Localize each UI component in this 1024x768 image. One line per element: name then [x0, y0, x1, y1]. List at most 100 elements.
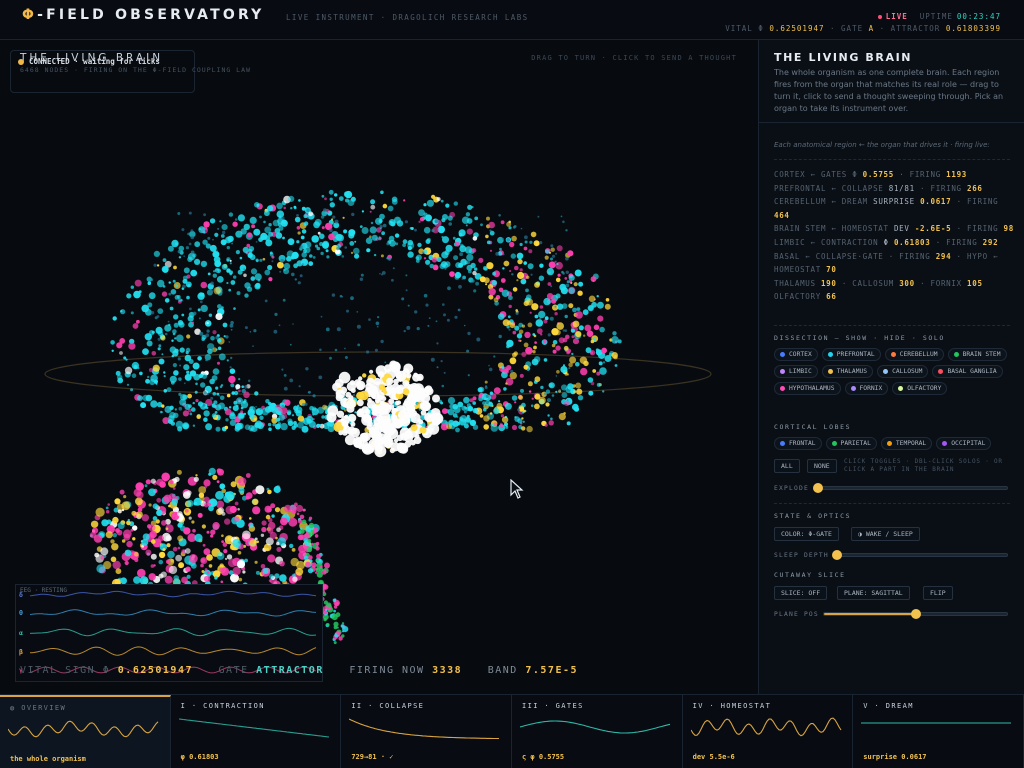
- explode-slider[interactable]: [813, 483, 1008, 493]
- color-dot-icon: [898, 386, 904, 391]
- metric-brainstem: BRAIN STEM ← HOMEOSTAT DEV -2.6E-5 · FIR…: [774, 224, 1014, 234]
- eeg-wave-line: [29, 627, 317, 637]
- plane-slider-knob[interactable]: [910, 609, 921, 619]
- slice-toggle-button[interactable]: SLICE: OFF: [774, 586, 828, 600]
- eeg-beta-label: β: [19, 648, 23, 656]
- lobe-chip-label: PARIETAL: [840, 440, 871, 447]
- region-chip[interactable]: HYPOTHALAMUS: [774, 382, 841, 395]
- metric-limbic: LIMBIC ← CONTRACTION Φ 0.61803 · FIRING …: [774, 237, 999, 247]
- region-chip[interactable]: THALAMUS: [821, 365, 874, 378]
- color-dot-icon: [883, 369, 889, 374]
- mode-tab[interactable]: ◍ OVERVIEW the whole organism: [0, 695, 171, 768]
- region-chip-group: CORTEX PREFRONTAL CEREBELLUM BRAIN STEM LIMB…: [774, 348, 1014, 395]
- region-chip[interactable]: FORNIX: [844, 382, 889, 395]
- gate-label: · GATE: [830, 24, 864, 33]
- connection-status: CONNECTED · waiting for ticks: [29, 57, 160, 66]
- region-chip[interactable]: BRAIN STEM: [947, 348, 1007, 361]
- vital-readout: VITAL Φ 0.62501947 · GATE A · ATTRACTOR …: [725, 24, 1001, 33]
- gate-value: A: [868, 24, 875, 33]
- lobe-chip[interactable]: OCCIPITAL: [936, 437, 992, 450]
- mode-tab[interactable]: III · GATES ς φ 0.5755: [511, 695, 683, 768]
- toggle-hint: CLICK TOGGLES · DBL-CLICK SOLOS · OR CLI…: [844, 458, 1003, 473]
- panel-description: The whole organism as one complete brain…: [774, 68, 1004, 113]
- region-note: Each anatomical region ← the organ that …: [774, 141, 990, 149]
- band-value: 7.57E-5: [525, 665, 579, 676]
- flip-button[interactable]: FLIP: [923, 586, 953, 600]
- eeg-wave-line: [29, 646, 317, 656]
- mode-tab-value: dev 5.5e-6: [692, 753, 735, 761]
- mode-tab-title: III · GATES: [521, 702, 584, 710]
- color-dot-icon: [850, 386, 856, 391]
- metric-thalamus: THALAMUS 190 · CALLOSUM 300 · FORNIX 105: [774, 278, 983, 288]
- mode-sparkline: [178, 718, 329, 738]
- mode-sparkline: [349, 718, 500, 740]
- side-panel: THE LIVING BRAIN The whole organism as o…: [758, 40, 1024, 694]
- mode-tab-title: IV · HOMEOSTAT: [692, 702, 772, 710]
- mode-tab[interactable]: I · CONTRACTION φ 0.61803: [170, 695, 342, 768]
- brain-viewport[interactable]: THE LIVING BRAIN CONNECTED · waiting for…: [0, 40, 758, 694]
- region-chip[interactable]: OLFACTORY: [892, 382, 948, 395]
- lobe-chip[interactable]: TEMPORAL: [880, 437, 933, 450]
- mode-tab[interactable]: V · DREAM surprise 0.0617: [853, 695, 1024, 768]
- explode-slider-knob[interactable]: [813, 483, 823, 493]
- mode-tab[interactable]: IV · HOMEOSTAT dev 5.5e-6: [682, 695, 854, 768]
- mode-tab-value: surprise 0.0617: [863, 753, 927, 761]
- show-none-button[interactable]: NONE: [807, 459, 837, 473]
- wake-sleep-button[interactable]: ◑ WAKE / SLEEP: [851, 527, 920, 541]
- uptime-value: 00:23:47: [956, 12, 1001, 21]
- region-metrics: CORTEX ← GATES Φ 0.5755 · FIRING 1193 PR…: [774, 168, 1014, 304]
- attractor-value: 0.61803399: [945, 24, 1001, 33]
- divider: [774, 325, 1010, 326]
- panel-divider: [759, 122, 1024, 123]
- region-chip[interactable]: BASAL GANGLIA: [932, 365, 1003, 378]
- show-all-button[interactable]: ALL: [774, 459, 800, 473]
- region-chip-label: HYPOTHALAMUS: [789, 385, 835, 392]
- panel-title: THE LIVING BRAIN: [774, 51, 913, 64]
- color-dot-icon: [890, 352, 896, 357]
- region-chip[interactable]: CORTEX: [774, 348, 818, 361]
- plane-pos-slider[interactable]: [823, 609, 1008, 619]
- color-mode-button[interactable]: COLOR: Φ-GATE: [774, 527, 839, 541]
- gate-sign-value: ATTRACTOR: [256, 665, 324, 676]
- attractor-label: · ATTRACTOR: [879, 24, 941, 33]
- vital-label: VITAL Φ: [725, 24, 764, 33]
- mode-sparkline: [690, 717, 842, 737]
- eeg-alpha-label: α: [19, 629, 23, 637]
- plane-pos-label: PLANE POS: [774, 611, 819, 618]
- mode-sparkline: [8, 720, 159, 738]
- region-chip[interactable]: CEREBELLUM: [884, 348, 944, 361]
- cutaway-title: CUTAWAY SLICE: [774, 571, 846, 579]
- region-chip[interactable]: CALLOSUM: [877, 365, 929, 378]
- vital-value: 0.62501947: [769, 24, 825, 33]
- sleep-slider-knob[interactable]: [832, 550, 842, 560]
- plane-select-button[interactable]: PLANE: SAGITTAL: [837, 586, 910, 600]
- divider: [774, 503, 1010, 504]
- color-dot-icon: [780, 369, 785, 374]
- region-chip-label: CORTEX: [789, 351, 812, 358]
- region-chip-label: BRAIN STEM: [962, 351, 1001, 358]
- lobe-chip-label: OCCIPITAL: [951, 440, 986, 447]
- mouse-cursor-icon: [510, 479, 524, 499]
- mode-tab[interactable]: II · COLLAPSE 729→81 · ✓: [341, 695, 512, 768]
- lobe-chip-label: TEMPORAL: [895, 440, 927, 447]
- region-chip[interactable]: LIMBIC: [774, 365, 818, 378]
- phi-logo-icon: Φ: [22, 7, 38, 23]
- metric-cerebellum: CEREBELLUM ← DREAM SURPRISE 0.0617 · FIR…: [774, 197, 999, 220]
- region-chip-label: BASAL GANGLIA: [947, 368, 997, 375]
- metric-cortex: CORTEX ← GATES Φ 0.5755 · FIRING 1193: [774, 170, 968, 179]
- region-chip-label: CALLOSUM: [892, 368, 923, 375]
- mode-tab-title: II · COLLAPSE: [351, 702, 425, 710]
- color-dot-icon: [831, 441, 837, 446]
- sleep-depth-slider[interactable]: [832, 550, 1008, 560]
- lobe-chip[interactable]: FRONTAL: [774, 437, 822, 450]
- eeg-wave-line: [29, 609, 317, 617]
- region-chip-label: CEREBELLUM: [899, 351, 938, 358]
- mode-tab-title: ◍ OVERVIEW: [10, 704, 67, 712]
- region-chip-label: OLFACTORY: [907, 385, 942, 392]
- lobe-chip[interactable]: PARIETAL: [825, 437, 877, 450]
- connection-dot-icon: [18, 59, 24, 65]
- brain-node-cloud: [89, 189, 622, 645]
- uptime-label: UPTIME: [919, 12, 953, 21]
- region-chip[interactable]: PREFRONTAL: [821, 348, 881, 361]
- vital-sign-value: 0.62501947: [117, 665, 193, 676]
